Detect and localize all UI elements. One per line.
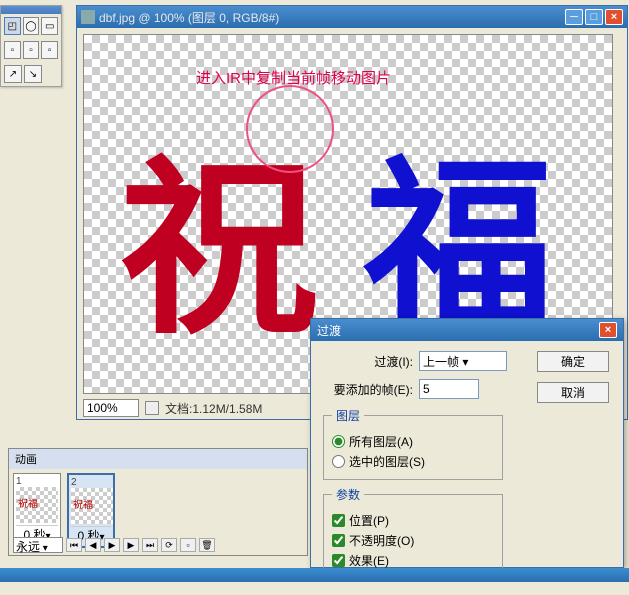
selected-layers-label: 选中的图层(S) bbox=[349, 453, 425, 470]
document-title: dbf.jpg @ 100% (图层 0, RGB/8#) bbox=[99, 9, 565, 26]
tool-marquee[interactable]: ◯ bbox=[23, 17, 40, 35]
frame-thumbnail bbox=[71, 488, 113, 524]
loop-select[interactable]: 永远 ▾ bbox=[13, 537, 63, 553]
ok-button[interactable]: 确定 bbox=[537, 351, 609, 372]
all-layers-radio[interactable] bbox=[332, 435, 345, 448]
dialog-close-button[interactable]: × bbox=[599, 322, 617, 338]
animation-panel-title: 动画 bbox=[9, 449, 307, 469]
frames-to-add-input[interactable] bbox=[419, 379, 479, 399]
tween-dialog: 过渡 × 确定 取消 过渡(I): 上一帧 ▾ 要添加的帧(E): 图层 所有图… bbox=[310, 318, 624, 568]
dialog-titlebar[interactable]: 过渡 × bbox=[311, 319, 623, 341]
next-frame-button[interactable]: ▶ bbox=[123, 538, 139, 552]
selected-layers-radio[interactable] bbox=[332, 455, 345, 468]
toolbox-panel: ◰ ◯ ▭ ▫ ▫ ▫ ↗ ↘ bbox=[0, 5, 62, 87]
position-label: 位置(P) bbox=[349, 512, 389, 529]
status-bar: 100% 文档:1.12M/1.58M bbox=[83, 399, 262, 417]
transition-select[interactable]: 上一帧 ▾ bbox=[419, 351, 507, 371]
document-icon bbox=[81, 10, 95, 24]
annotation-text: 进入IR中复制当前帧移动图片 bbox=[196, 67, 391, 88]
last-frame-button[interactable]: ⏭ bbox=[142, 538, 158, 552]
tool-b[interactable]: ▫ bbox=[23, 41, 40, 59]
zoom-field[interactable]: 100% bbox=[83, 399, 139, 417]
tool-a[interactable]: ▫ bbox=[4, 41, 21, 59]
frame-thumbnail bbox=[16, 487, 58, 523]
opacity-checkbox[interactable] bbox=[332, 534, 345, 547]
prev-frame-button[interactable]: ◀ bbox=[85, 538, 101, 552]
opacity-label: 不透明度(O) bbox=[349, 532, 414, 549]
tool-move[interactable]: ▭ bbox=[41, 17, 58, 35]
layers-fieldset: 图层 所有图层(A) 选中的图层(S) bbox=[323, 407, 503, 480]
frame-number: 2 bbox=[71, 477, 111, 488]
transition-label: 过渡(I): bbox=[323, 353, 413, 370]
minimize-button[interactable]: ─ bbox=[565, 9, 583, 25]
tween-button[interactable]: ⟳ bbox=[161, 538, 177, 552]
layers-legend: 图层 bbox=[332, 407, 364, 424]
cancel-button[interactable]: 取消 bbox=[537, 382, 609, 403]
maximize-button[interactable]: □ bbox=[585, 9, 603, 25]
close-button[interactable]: × bbox=[605, 9, 623, 25]
animation-controls: 永远 ▾ ⏮ ◀ ▶ ▶ ⏭ ⟳ ▫ 🗑 bbox=[13, 537, 215, 553]
document-titlebar[interactable]: dbf.jpg @ 100% (图层 0, RGB/8#) ─ □ × bbox=[77, 6, 627, 28]
dialog-title: 过渡 bbox=[317, 322, 341, 339]
delete-frame-button[interactable]: 🗑 bbox=[199, 538, 215, 552]
frame-number: 1 bbox=[16, 476, 58, 487]
toolbox-titlebar[interactable] bbox=[1, 6, 61, 14]
effect-label: 效果(E) bbox=[349, 552, 389, 569]
params-fieldset: 参数 位置(P) 不透明度(O) 效果(E) bbox=[323, 486, 503, 579]
effect-checkbox[interactable] bbox=[332, 554, 345, 567]
artwork-char-1: 祝 bbox=[119, 95, 319, 370]
first-frame-button[interactable]: ⏮ bbox=[66, 538, 82, 552]
new-frame-button[interactable]: ▫ bbox=[180, 538, 196, 552]
tool-c[interactable]: ▫ bbox=[41, 41, 58, 59]
tool-d[interactable]: ↗ bbox=[4, 65, 22, 83]
nav-button[interactable] bbox=[145, 401, 159, 415]
params-legend: 参数 bbox=[332, 486, 364, 503]
frames-to-add-label: 要添加的帧(E): bbox=[323, 381, 413, 398]
all-layers-label: 所有图层(A) bbox=[349, 433, 413, 450]
status-info: 文档:1.12M/1.58M bbox=[165, 400, 262, 417]
tool-e[interactable]: ↘ bbox=[24, 65, 42, 83]
tool-selection[interactable]: ◰ bbox=[4, 17, 21, 35]
position-checkbox[interactable] bbox=[332, 514, 345, 527]
play-button[interactable]: ▶ bbox=[104, 538, 120, 552]
taskbar bbox=[0, 568, 629, 582]
animation-panel: 动画 1 0 秒▾ 2 0 秒▾ 永远 ▾ ⏮ ◀ ▶ ▶ ⏭ ⟳ ▫ 🗑 bbox=[8, 448, 308, 556]
